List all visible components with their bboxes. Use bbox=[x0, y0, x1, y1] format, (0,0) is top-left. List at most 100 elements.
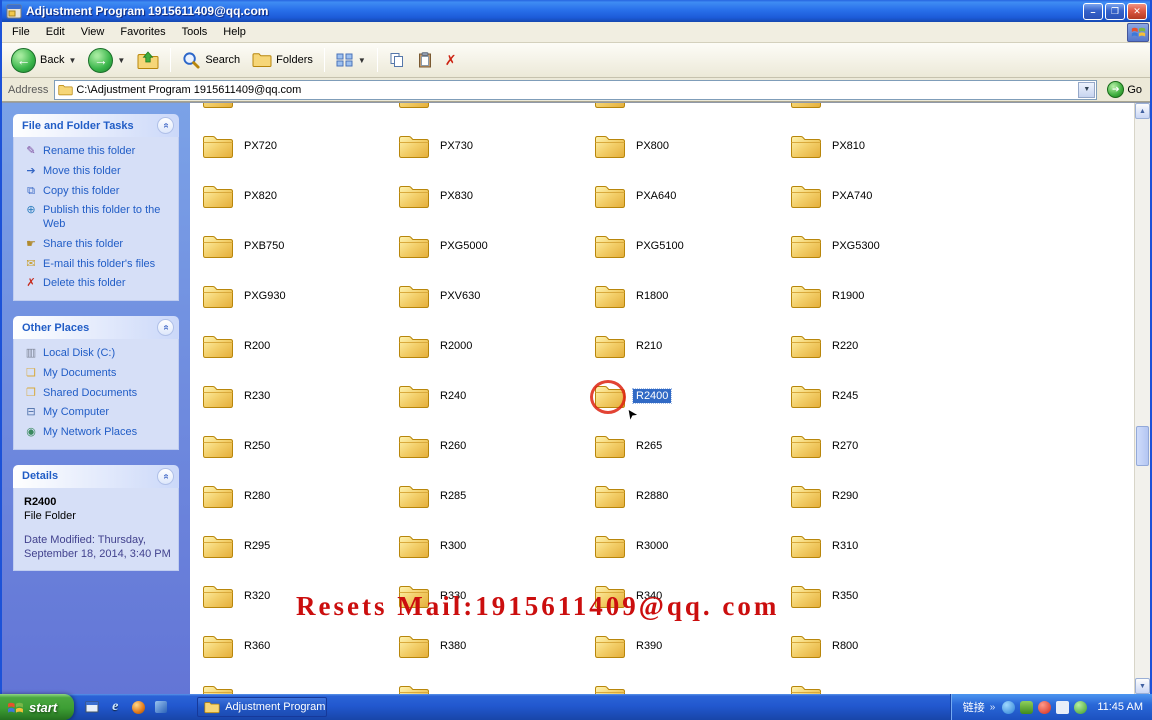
menu-item[interactable]: Edit bbox=[38, 23, 73, 41]
panel-header[interactable]: Other Places » bbox=[13, 316, 179, 339]
folder-item[interactable]: PXV630 bbox=[394, 271, 590, 321]
menu-item[interactable]: File bbox=[4, 23, 38, 41]
menu-item[interactable]: View bbox=[73, 23, 113, 41]
folder-item[interactable]: R230 bbox=[198, 371, 394, 421]
media-player-icon[interactable] bbox=[130, 699, 146, 715]
address-dropdown-icon[interactable]: ▼ bbox=[1078, 81, 1096, 98]
scroll-down-icon[interactable]: ▼ bbox=[1135, 678, 1150, 694]
collapse-chevron-icon[interactable]: » bbox=[157, 467, 174, 485]
folder-item[interactable] bbox=[786, 671, 982, 694]
folder-item[interactable]: R245 bbox=[786, 371, 982, 421]
minimize-button[interactable]: – bbox=[1083, 2, 1103, 20]
alert-tray-icon[interactable] bbox=[1038, 700, 1052, 714]
task-item[interactable]: Rename this folder bbox=[24, 145, 172, 159]
folder-item[interactable]: R2000 bbox=[394, 321, 590, 371]
folder-item[interactable]: PXG5000 bbox=[394, 221, 590, 271]
folder-item[interactable]: R200 bbox=[198, 321, 394, 371]
forward-button[interactable]: → ▼ bbox=[83, 46, 130, 75]
folder-item[interactable]: R290 bbox=[786, 471, 982, 521]
folder-item[interactable] bbox=[198, 103, 394, 121]
folder-item[interactable]: R220 bbox=[786, 321, 982, 371]
folder-item[interactable]: PX810 bbox=[786, 121, 982, 171]
task-item[interactable]: E-mail this folder's files bbox=[24, 258, 172, 272]
collapse-chevron-icon[interactable]: » bbox=[157, 117, 174, 134]
place-item[interactable]: My Network Places bbox=[24, 426, 172, 440]
close-button[interactable]: ✕ bbox=[1127, 2, 1147, 20]
place-item[interactable]: Local Disk (C:) bbox=[24, 347, 172, 361]
show-desktop-icon[interactable] bbox=[84, 699, 100, 715]
toolbar-expand-icon[interactable]: » bbox=[990, 702, 996, 713]
file-list-area[interactable]: PX720 PX730 PX800 PX810 PX820 PX830 PXA6… bbox=[190, 103, 1134, 694]
collapse-chevron-icon[interactable]: » bbox=[157, 319, 174, 336]
network-tray-icon[interactable] bbox=[1074, 700, 1088, 714]
views-button[interactable]: ▼ bbox=[331, 50, 371, 70]
folder-item[interactable]: R250 bbox=[198, 421, 394, 471]
folder-item[interactable]: R285 bbox=[394, 471, 590, 521]
folder-item[interactable]: R295 bbox=[198, 521, 394, 571]
scroll-up-icon[interactable]: ▲ bbox=[1135, 103, 1150, 119]
folder-item[interactable] bbox=[590, 103, 786, 121]
folder-item[interactable]: PX730 bbox=[394, 121, 590, 171]
clock[interactable]: 11:45 AM bbox=[1097, 701, 1143, 713]
folder-item[interactable]: R350 bbox=[786, 571, 982, 621]
links-toolbar-label[interactable]: 链接 bbox=[963, 699, 985, 715]
folder-item[interactable]: R360 bbox=[198, 621, 394, 671]
folder-item[interactable]: R300 bbox=[394, 521, 590, 571]
task-item[interactable]: Move this folder bbox=[24, 165, 172, 179]
folder-item[interactable]: PXG930 bbox=[198, 271, 394, 321]
folder-item[interactable] bbox=[786, 103, 982, 121]
folder-item[interactable]: R800 bbox=[786, 621, 982, 671]
folder-item[interactable]: R270 bbox=[786, 421, 982, 471]
copy-to-button[interactable] bbox=[384, 50, 410, 70]
folder-item[interactable]: R260 bbox=[394, 421, 590, 471]
place-item[interactable]: My Documents bbox=[24, 367, 172, 381]
scrollbar-track[interactable] bbox=[1135, 119, 1150, 678]
task-button[interactable]: Adjustment Program ... bbox=[197, 697, 328, 717]
up-button[interactable] bbox=[132, 49, 164, 72]
shield-tray-icon[interactable] bbox=[1020, 700, 1034, 714]
start-button[interactable]: start bbox=[0, 694, 75, 720]
folder-item[interactable]: R3000 bbox=[590, 521, 786, 571]
folder-item[interactable]: R1800 bbox=[590, 271, 786, 321]
folder-item[interactable]: R390 bbox=[590, 621, 786, 671]
task-item[interactable]: Publish this folder to the Web bbox=[24, 204, 172, 232]
folder-item[interactable]: R240 bbox=[394, 371, 590, 421]
folder-item[interactable]: R210 bbox=[590, 321, 786, 371]
folder-item[interactable] bbox=[590, 671, 786, 694]
back-dropdown-icon[interactable]: ▼ bbox=[68, 56, 76, 65]
folder-item[interactable]: R330 bbox=[394, 571, 590, 621]
place-item[interactable]: Shared Documents bbox=[24, 387, 172, 401]
folder-item[interactable]: PXG5100 bbox=[590, 221, 786, 271]
folder-item[interactable]: PX800 bbox=[590, 121, 786, 171]
outlook-icon[interactable] bbox=[153, 699, 169, 715]
folder-item[interactable]: R2400 bbox=[590, 371, 786, 421]
folder-item[interactable]: R340 bbox=[590, 571, 786, 621]
place-item[interactable]: My Computer bbox=[24, 406, 172, 420]
delete-button[interactable]: ✗ bbox=[440, 50, 462, 71]
menu-item[interactable]: Tools bbox=[174, 23, 216, 41]
ie-icon[interactable]: e bbox=[107, 699, 123, 715]
folder-item[interactable]: PXB750 bbox=[198, 221, 394, 271]
task-item[interactable]: Share this folder bbox=[24, 238, 172, 252]
folder-item[interactable]: PX830 bbox=[394, 171, 590, 221]
folder-item[interactable] bbox=[198, 671, 394, 694]
folder-item[interactable]: R265 bbox=[590, 421, 786, 471]
scrollbar-thumb[interactable] bbox=[1136, 426, 1149, 467]
panel-header[interactable]: Details » bbox=[13, 464, 179, 488]
folder-item[interactable]: PXA740 bbox=[786, 171, 982, 221]
back-button[interactable]: ← Back ▼ bbox=[6, 46, 81, 75]
forward-dropdown-icon[interactable]: ▼ bbox=[117, 56, 125, 65]
folder-item[interactable] bbox=[394, 671, 590, 694]
panel-header[interactable]: File and Folder Tasks » bbox=[13, 114, 179, 137]
maximize-button[interactable]: ❐ bbox=[1105, 2, 1125, 20]
folder-item[interactable] bbox=[394, 103, 590, 121]
paste-button[interactable] bbox=[412, 50, 438, 70]
go-button[interactable]: ➔ Go bbox=[1103, 81, 1146, 98]
folder-item[interactable]: R380 bbox=[394, 621, 590, 671]
folder-item[interactable]: PXG5300 bbox=[786, 221, 982, 271]
address-input[interactable] bbox=[76, 81, 1076, 98]
folder-item[interactable]: R320 bbox=[198, 571, 394, 621]
folder-item[interactable]: PX720 bbox=[198, 121, 394, 171]
folders-button[interactable]: Folders bbox=[247, 50, 318, 70]
volume-tray-icon[interactable] bbox=[1056, 700, 1070, 714]
